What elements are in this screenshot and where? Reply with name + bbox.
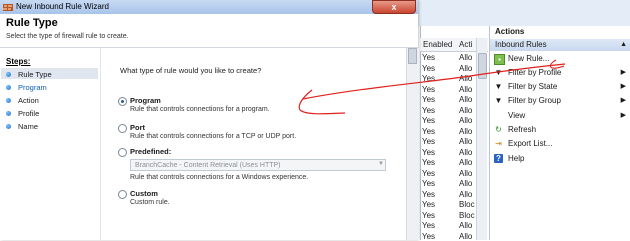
red-annotation-arrow	[298, 59, 566, 115]
